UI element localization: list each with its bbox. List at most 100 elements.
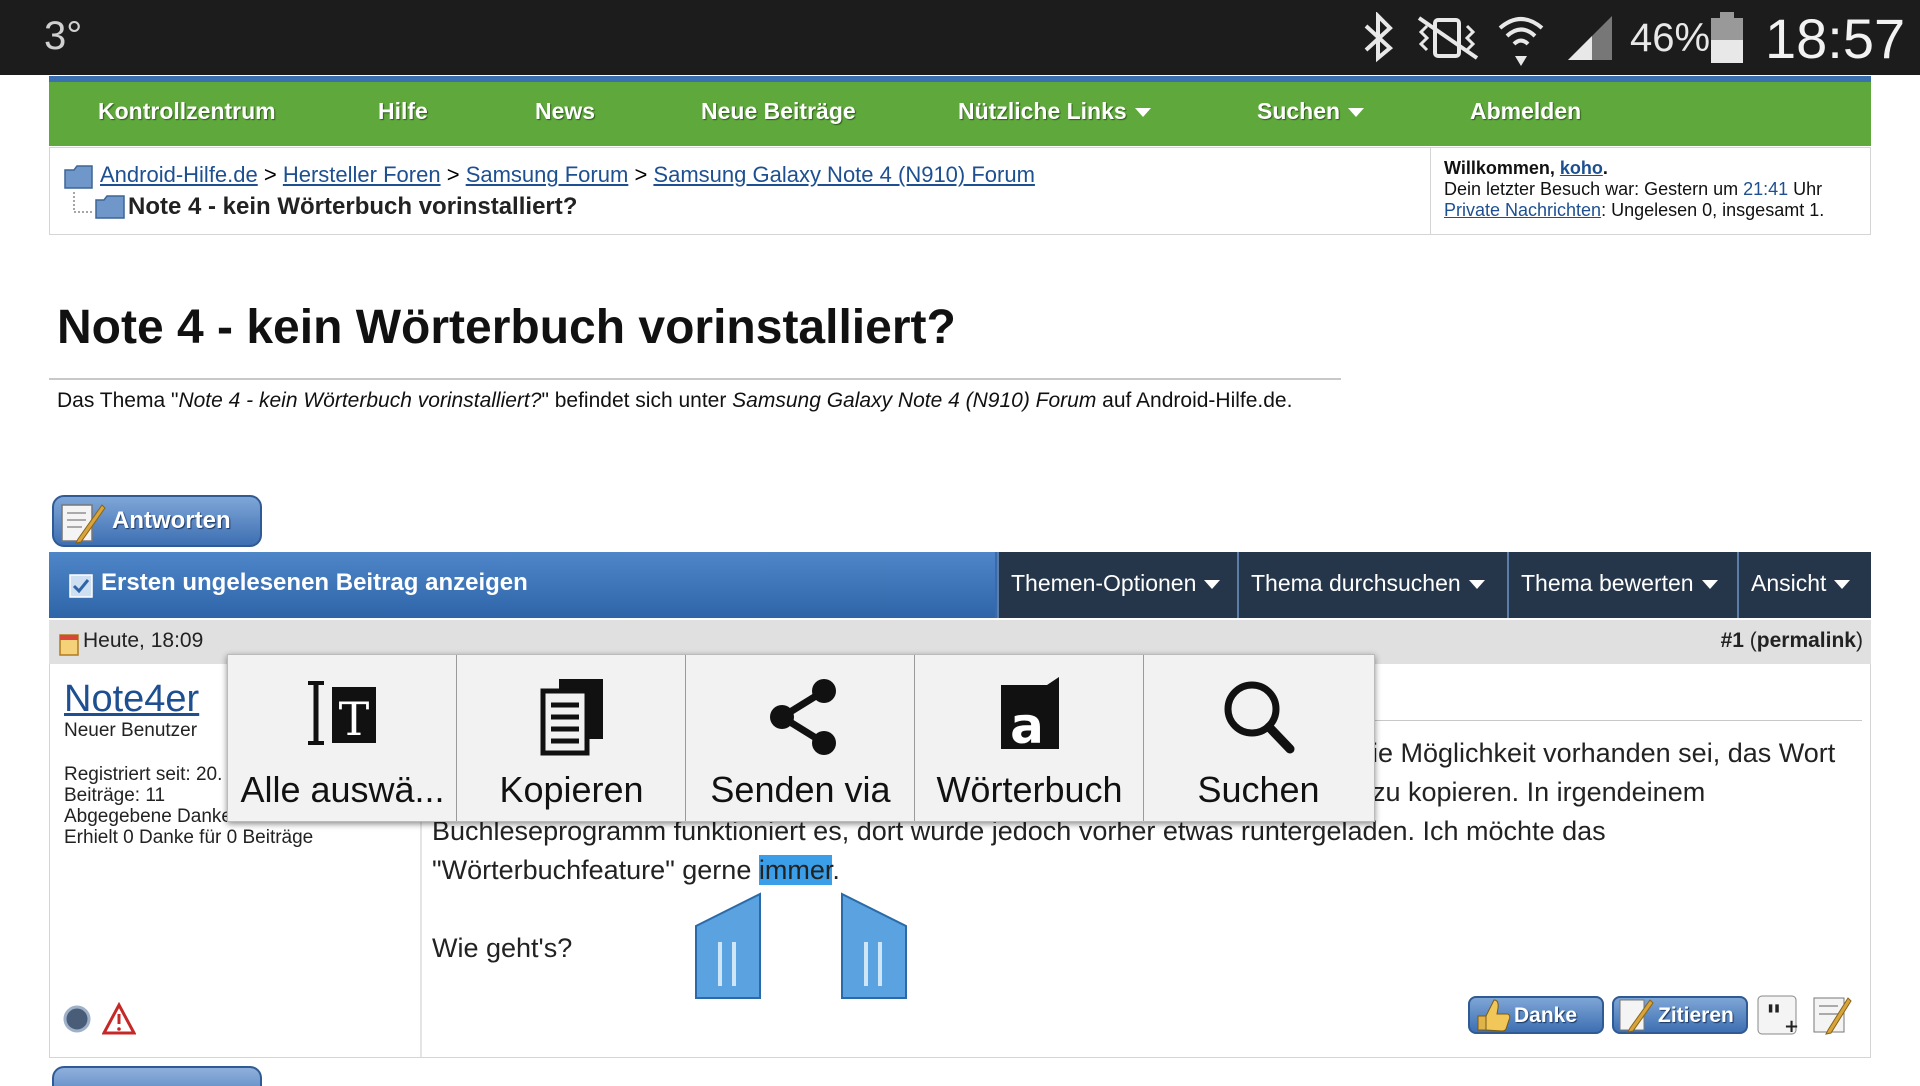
folder-tree-icon [73,192,125,219]
selection-handle-start[interactable] [694,892,762,1000]
quote-button[interactable]: Zitieren [1612,996,1748,1034]
selection-handle-end[interactable] [840,892,908,1000]
welcome-box: Willkommen, koho. Dein letzter Besuch wa… [1430,148,1872,234]
menu-label: Alle auswä... [240,769,445,810]
dictionary-icon: a [1001,677,1059,755]
reply-button-bottom[interactable] [52,1066,262,1086]
pencil-paper-icon [61,504,106,544]
battery-icon [1711,12,1743,63]
breadcrumb-separator: > [263,162,277,187]
checkbox-icon [69,574,93,598]
text-selection-menu: T Alle auswä... Kopieren Senden via a Wö… [227,654,1375,822]
menu-label: Senden via [710,769,891,810]
svg-text:": " [1766,999,1782,1034]
breadcrumb-link-home[interactable]: Android-Hilfe.de [100,162,258,187]
post-date: Heute, 18:09 [83,629,204,652]
folder-icon [64,165,93,189]
menu-label: Wörterbuch [936,769,1123,810]
nav-item-suchen[interactable]: Suchen [1257,98,1365,125]
dropdown-arrow-icon [1204,580,1221,590]
thread-view-button[interactable]: Ansicht [1737,552,1871,618]
post-username[interactable]: Note4er [64,678,199,721]
menu-dictionary[interactable]: a Wörterbuch [915,655,1144,821]
post-number: #1 [1720,629,1744,652]
quick-reply-icon[interactable] [1810,992,1854,1036]
nav-item-abmelden[interactable]: Abmelden [1470,98,1581,125]
wifi-icon [1498,17,1544,66]
breadcrumb-links: Android-Hilfe.de > Hersteller Foren > Sa… [100,162,1035,188]
thread-search-button[interactable]: Thema durchsuchen [1237,552,1507,618]
menu-search[interactable]: Suchen [1144,655,1373,821]
thanks-button[interactable]: Danke [1468,996,1604,1034]
breadcrumb-link-hersteller[interactable]: Hersteller Foren [283,162,441,187]
dropdown-arrow-icon [1834,580,1851,590]
menu-copy[interactable]: Kopieren [457,655,686,821]
last-visit-time: 21:41 [1743,179,1789,199]
breadcrumb: Android-Hilfe.de > Hersteller Foren > Sa… [49,147,1871,235]
menu-select-all[interactable]: T Alle auswä... [228,655,457,821]
breadcrumb-current: Note 4 - kein Wörterbuch vorinstalliert? [128,193,578,220]
breadcrumb-separator: > [446,162,460,187]
nav-item-nuetzliche-links[interactable]: Nützliche Links [958,98,1151,125]
svg-text:a: a [1010,697,1044,755]
breadcrumb-link-note4[interactable]: Samsung Galaxy Note 4 (N910) Forum [653,162,1035,187]
online-status-icon [63,1005,91,1033]
pm-status: : Ungelesen 0, insgesamt 1. [1601,200,1825,220]
select-all-icon: T [308,681,376,746]
menu-label: Suchen [1197,769,1320,810]
main-nav: Kontrollzentrum Hilfe News Neue Beiträge… [49,76,1871,146]
post-line: Wie geht's? [432,933,573,963]
first-unread-button[interactable]: Ersten ungelesenen Beitrag anzeigen [49,552,995,618]
thread-toolbar: Ersten ungelesenen Beitrag anzeigen Them… [49,552,1871,618]
selected-text[interactable]: immer [758,855,833,885]
private-messages-link[interactable]: Private Nachrichten [1444,200,1601,220]
nav-item-neue-beitraege[interactable]: Neue Beiträge [701,98,856,125]
user-thanks-received: Erhielt 0 Danke für 0 Beiträge [64,827,314,848]
temperature: 3° [44,14,83,58]
svg-text:T: T [339,692,370,746]
dropdown-arrow-icon [1701,580,1718,590]
dropdown-arrow-icon [1134,108,1151,118]
page-title: Note 4 - kein Wörterbuch vorinstalliert? [57,301,956,354]
post-status-icon [59,634,79,656]
signal-icon [1568,16,1612,60]
user-title: Neuer Benutzer [64,720,198,741]
report-icon[interactable] [102,1002,136,1036]
breadcrumb-link-samsung[interactable]: Samsung Forum [466,162,629,187]
thread-rate-button[interactable]: Thema bewerten [1507,552,1737,618]
welcome-label: Willkommen, [1444,158,1560,178]
permalink-link[interactable]: permalink [1757,629,1856,652]
post-line: "Wörterbuchfeature" gerne immer. [432,855,840,885]
nav-item-hilfe[interactable]: Hilfe [378,98,428,125]
vibrate-mute-icon [1417,16,1479,60]
last-visit-label: Dein letzter Besuch war: Gestern um [1444,179,1744,199]
nav-item-news[interactable]: News [535,98,595,125]
clock: 18:57 [1765,7,1906,70]
dropdown-arrow-icon [1468,580,1485,590]
share-icon [770,679,836,755]
nav-item-kontrollzentrum[interactable]: Kontrollzentrum [98,98,276,125]
post-permalink[interactable]: #1 (permalink) [1721,629,1863,653]
first-unread-label: Ersten ungelesenen Beitrag anzeigen [101,569,528,596]
copy-icon [540,679,603,756]
thanks-label: Danke [1514,1004,1578,1027]
title-divider [49,378,1341,380]
svg-text:+: + [1784,1016,1799,1036]
welcome-user-link[interactable]: koho [1560,158,1603,178]
thread-options-button[interactable]: Themen-Optionen [997,552,1237,618]
bluetooth-icon [1364,12,1394,63]
thread-description: Das Thema "Note 4 - kein Wörterbuch vori… [57,389,1293,412]
battery-percent: 46% [1630,16,1711,60]
breadcrumb-separator: > [634,162,648,187]
menu-share[interactable]: Senden via [686,655,915,821]
search-icon [1224,681,1295,754]
menu-label: Kopieren [499,769,644,810]
multiquote-icon[interactable]: " + [1756,992,1802,1036]
pencil-paper-icon [1619,999,1654,1033]
dropdown-arrow-icon [1348,108,1365,118]
last-visit-suffix: Uhr [1788,179,1823,199]
thumbs-up-icon [1477,999,1511,1032]
status-bar: 3° 46% 18:57 [0,0,1920,75]
quote-label: Zitieren [1658,1004,1734,1027]
reply-button[interactable]: Antworten [52,495,262,547]
